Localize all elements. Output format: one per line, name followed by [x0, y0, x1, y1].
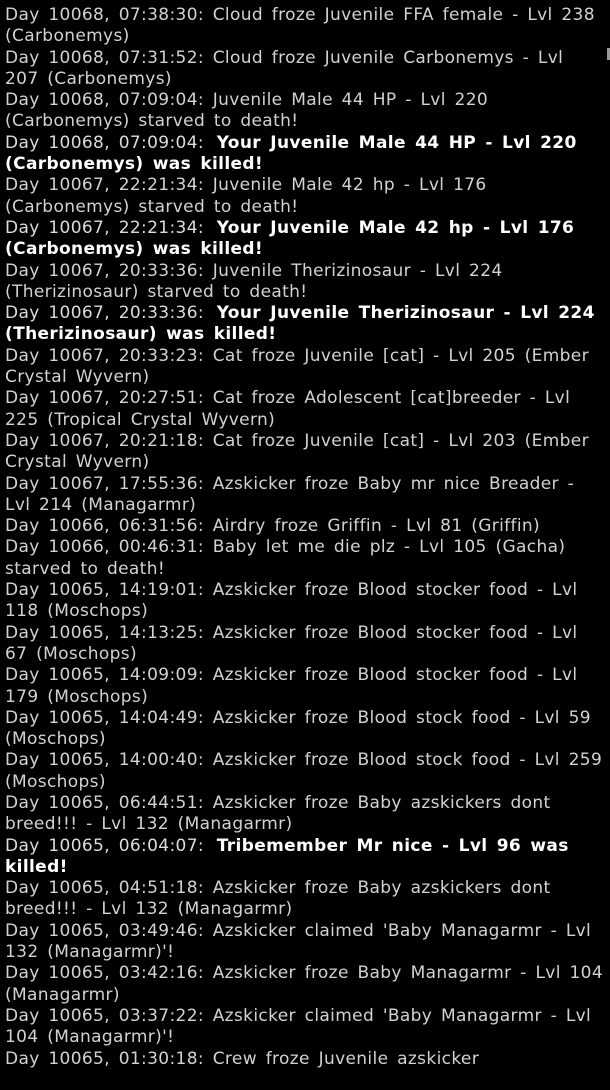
- log-entry-timestamp: Day 10065, 14:04:49:: [5, 707, 204, 728]
- log-entry-timestamp: Day 10067, 17:55:36:: [5, 473, 204, 494]
- log-entry: Day 10068, 07:31:52: Cloud froze Juvenil…: [5, 48, 603, 91]
- log-entry-timestamp: Day 10065, 03:49:46:: [5, 920, 204, 941]
- log-entry: Day 10065, 14:00:40: Azskicker froze Blo…: [5, 750, 603, 793]
- log-entry-kill: Day 10068, 07:09:04: Your Juvenile Male …: [5, 133, 603, 176]
- tribe-log-list[interactable]: Day 10068, 07:38:30: Cloud froze Juvenil…: [5, 5, 603, 1070]
- log-entry-timestamp: Day 10067, 20:33:36:: [5, 303, 204, 324]
- log-entry: Day 10067, 22:21:34: Juvenile Male 42 hp…: [5, 175, 603, 218]
- log-entry-kill: Day 10065, 06:04:07: Tribemember Mr nice…: [5, 836, 603, 879]
- log-entry-kill: Day 10067, 20:33:36: Your Juvenile Theri…: [5, 303, 603, 346]
- log-entry-timestamp: Day 10065, 06:44:51:: [5, 792, 204, 813]
- log-entry-timestamp: Day 10067, 22:21:34:: [5, 217, 204, 238]
- log-entry-timestamp: Day 10065, 14:13:25:: [5, 622, 204, 643]
- log-entry: Day 10067, 20:21:18: Cat froze Juvenile …: [5, 431, 603, 474]
- log-entry: Day 10065, 04:51:18: Azskicker froze Bab…: [5, 878, 603, 921]
- log-entry-message: Crew froze Juvenile azskicker: [212, 1048, 480, 1069]
- log-entry-timestamp: Day 10065, 01:30:18:: [5, 1048, 204, 1069]
- log-entry-timestamp: Day 10065, 14:19:01:: [5, 580, 204, 601]
- log-entry-timestamp: Day 10066, 06:31:56:: [5, 516, 204, 537]
- log-entry-message: Airdry froze Griffin - Lvl 81 (Griffin): [212, 516, 541, 537]
- log-entry: Day 10065, 14:09:09: Azskicker froze Blo…: [5, 665, 603, 708]
- log-entry-timestamp: Day 10065, 14:00:40:: [5, 750, 204, 771]
- log-entry: Day 10065, 14:04:49: Azskicker froze Blo…: [5, 708, 603, 751]
- log-entry-timestamp: Day 10067, 20:33:23:: [5, 345, 204, 366]
- log-entry: Day 10067, 20:27:51: Cat froze Adolescen…: [5, 388, 603, 431]
- log-entry: Day 10066, 00:46:31: Baby let me die plz…: [5, 537, 603, 580]
- log-entry-timestamp: Day 10065, 14:09:09:: [5, 665, 204, 686]
- log-entry-kill: Day 10067, 22:21:34: Your Juvenile Male …: [5, 218, 603, 261]
- log-entry: Day 10065, 14:13:25: Azskicker froze Blo…: [5, 623, 603, 666]
- log-entry: Day 10066, 06:31:56: Airdry froze Griffi…: [5, 516, 603, 537]
- log-entry-timestamp: Day 10068, 07:38:30:: [5, 5, 204, 25]
- log-entry-timestamp: Day 10068, 07:31:52:: [5, 47, 204, 68]
- log-entry-timestamp: Day 10065, 03:37:22:: [5, 1005, 204, 1026]
- log-entry-timestamp: Day 10067, 20:33:36:: [5, 260, 204, 281]
- log-entry: Day 10065, 01:30:18: Crew froze Juvenile…: [5, 1049, 603, 1070]
- log-entry: Day 10068, 07:09:04: Juvenile Male 44 HP…: [5, 90, 603, 133]
- log-entry: Day 10065, 06:44:51: Azskicker froze Bab…: [5, 793, 603, 836]
- log-entry: Day 10067, 17:55:36: Azskicker froze Bab…: [5, 474, 603, 517]
- log-entry-timestamp: Day 10065, 03:42:16:: [5, 963, 204, 984]
- log-entry-timestamp: Day 10068, 07:09:04:: [5, 132, 204, 153]
- log-entry-timestamp: Day 10067, 22:21:34:: [5, 175, 204, 196]
- log-entry: Day 10068, 07:38:30: Cloud froze Juvenil…: [5, 5, 603, 48]
- log-entry: Day 10065, 03:42:16: Azskicker froze Bab…: [5, 963, 603, 1006]
- log-entry-timestamp: Day 10066, 00:46:31:: [5, 537, 204, 558]
- log-entry: Day 10065, 03:49:46: Azskicker claimed '…: [5, 921, 603, 964]
- log-entry-timestamp: Day 10067, 20:27:51:: [5, 388, 204, 409]
- log-entry: Day 10067, 20:33:23: Cat froze Juvenile …: [5, 346, 603, 389]
- log-entry: Day 10065, 03:37:22: Azskicker claimed '…: [5, 1006, 603, 1049]
- log-entry-timestamp: Day 10065, 06:04:07:: [5, 835, 204, 856]
- log-entry: Day 10067, 20:33:36: Juvenile Therizinos…: [5, 261, 603, 304]
- log-entry: Day 10065, 14:19:01: Azskicker froze Blo…: [5, 580, 603, 623]
- log-entry-timestamp: Day 10067, 20:21:18:: [5, 430, 204, 451]
- log-entry-timestamp: Day 10065, 04:51:18:: [5, 878, 204, 899]
- log-entry-timestamp: Day 10068, 07:09:04:: [5, 90, 204, 111]
